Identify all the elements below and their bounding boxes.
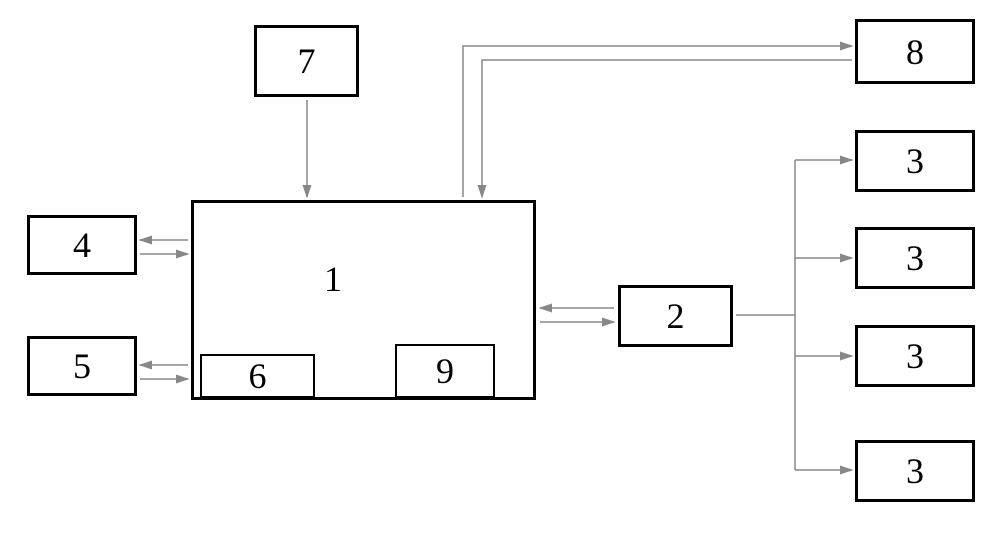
box-2-label: 2 [667, 295, 685, 337]
box-5-label: 5 [73, 345, 91, 387]
box-3-a: 3 [855, 130, 975, 192]
box-9-label: 9 [436, 350, 454, 392]
box-3-b-label: 3 [906, 237, 924, 279]
box-3-d: 3 [855, 440, 975, 502]
box-7: 7 [254, 25, 359, 97]
box-4: 4 [27, 215, 137, 275]
box-6: 6 [200, 354, 315, 398]
box-4-label: 4 [73, 224, 91, 266]
box-2: 2 [618, 285, 733, 347]
box-8-label: 8 [906, 31, 924, 73]
box-3-b: 3 [855, 227, 975, 289]
box-1-label: 1 [324, 258, 342, 300]
box-9: 9 [395, 344, 495, 398]
box-3-d-label: 3 [906, 450, 924, 492]
box-5: 5 [27, 336, 137, 396]
box-8: 8 [855, 19, 975, 84]
box-3-c-label: 3 [906, 335, 924, 377]
box-7-label: 7 [298, 40, 316, 82]
box-3-c: 3 [855, 325, 975, 387]
box-3-a-label: 3 [906, 140, 924, 182]
box-6-label: 6 [249, 355, 267, 397]
